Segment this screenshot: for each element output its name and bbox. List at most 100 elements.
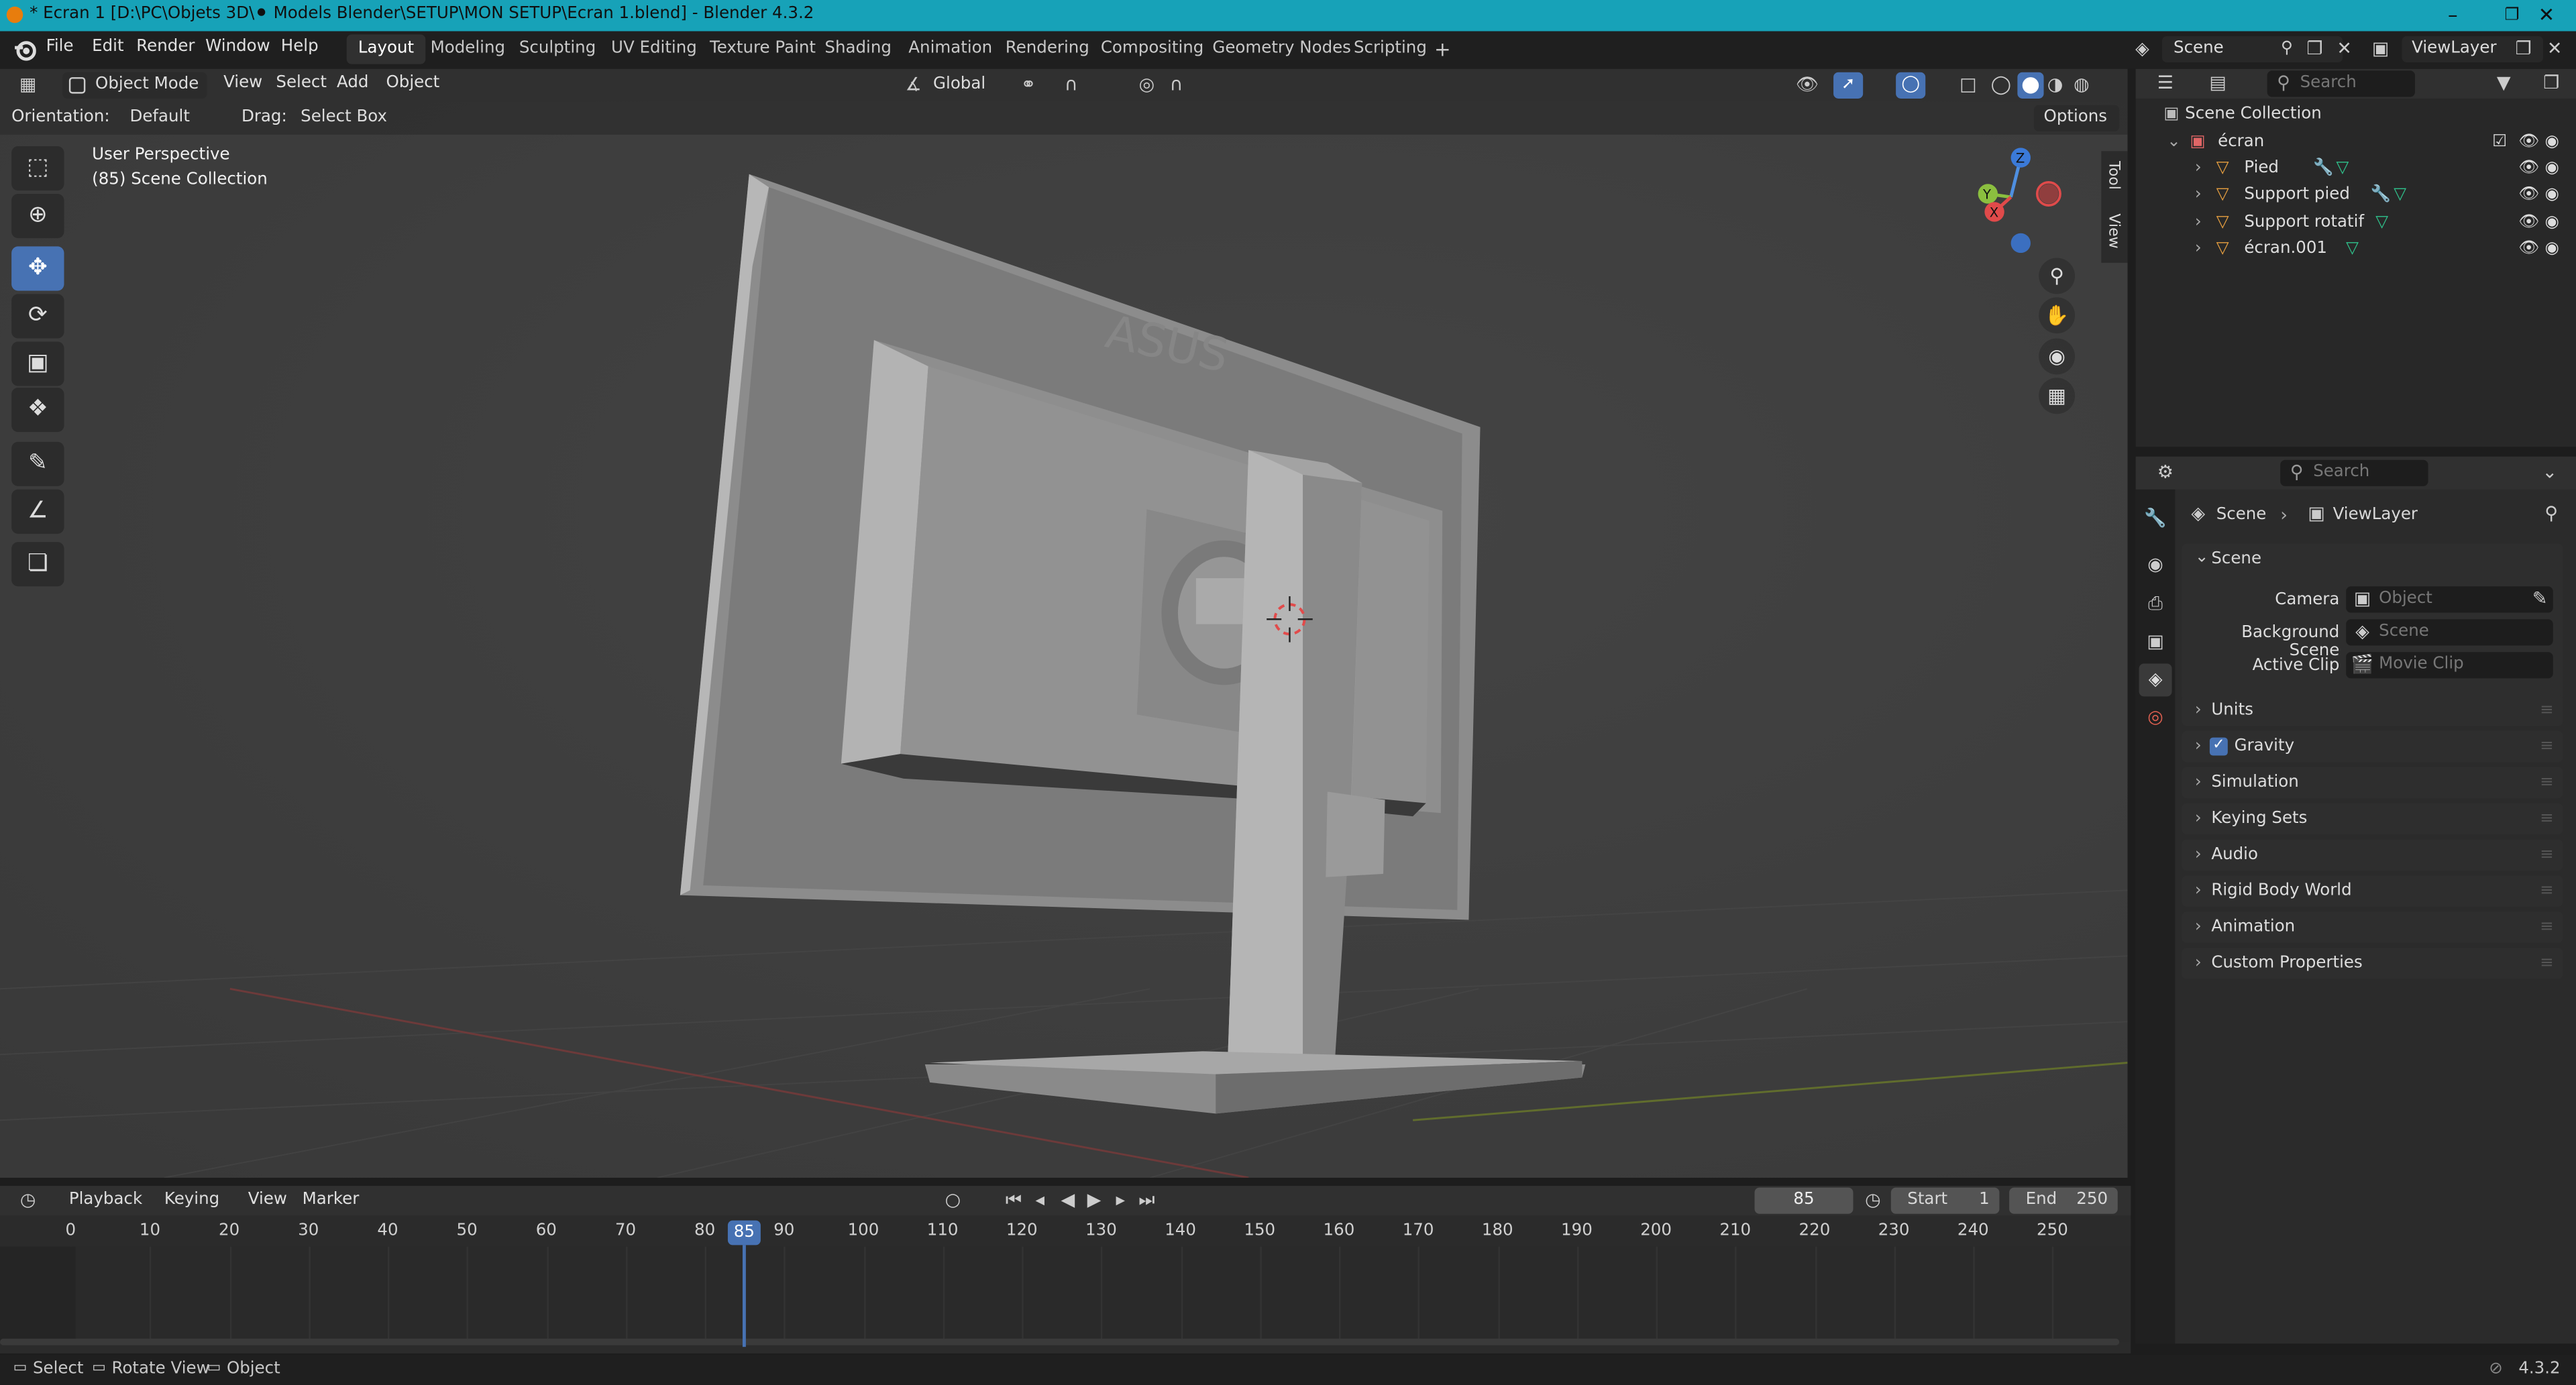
pin-icon[interactable]: ⚲ <box>2538 501 2565 527</box>
eye-icon[interactable]: 👁 <box>2518 237 2539 263</box>
editor-type-icon[interactable]: ▦ <box>15 72 41 99</box>
cursor-tool-icon[interactable]: ⊕ <box>11 193 64 239</box>
current-frame-field[interactable]: 85 <box>1754 1187 1854 1214</box>
jump-start-icon[interactable]: ⏮ <box>1000 1188 1026 1214</box>
minimize-button[interactable]: – <box>2423 0 2482 32</box>
play-reverse-icon[interactable]: ◀ <box>1055 1188 1081 1214</box>
chevron-right-icon[interactable]: › <box>2195 156 2202 182</box>
drag-selector[interactable]: Select Box <box>290 105 399 131</box>
playhead-line[interactable] <box>742 1245 746 1347</box>
drag-handle-icon[interactable]: ≡ <box>2540 948 2554 979</box>
timeline-menu-view[interactable]: View <box>248 1191 287 1209</box>
blender-menu-icon[interactable] <box>13 38 36 61</box>
measure-tool-icon[interactable]: ∠ <box>11 489 64 534</box>
active-clip-field[interactable]: Movie Clip <box>2346 652 2553 679</box>
zoom-icon[interactable]: ⚲ <box>2039 258 2076 294</box>
menu-window[interactable]: Window <box>205 38 270 56</box>
tool-tab-icon[interactable]: 🔧 <box>2142 506 2168 532</box>
render-tab-icon[interactable]: ◉ <box>2142 552 2168 578</box>
tab-compositing[interactable]: Compositing <box>1089 34 1216 64</box>
jump-end-icon[interactable]: ⏭ <box>1134 1188 1160 1214</box>
viewport-menu-select[interactable]: Select <box>276 74 327 92</box>
chevron-down-icon[interactable]: ⌄ <box>2167 129 2181 156</box>
new-collection-icon[interactable]: ❐ <box>2538 70 2565 97</box>
drag-handle-icon[interactable]: ≡ <box>2540 875 2554 907</box>
panel-animation[interactable]: › Animation ≡ <box>2182 911 2563 943</box>
drag-handle-icon[interactable]: ≡ <box>2540 804 2554 835</box>
eye-icon[interactable]: 👁 <box>2518 129 2539 156</box>
viewport-menu-add[interactable]: Add <box>337 74 368 92</box>
3d-viewport[interactable]: ASUS ▦ Object Mode View Select Add Objec… <box>0 68 2128 1178</box>
camera-render-icon[interactable]: ◉ <box>2545 210 2559 236</box>
menu-help[interactable]: Help <box>281 38 319 56</box>
camera-view-icon[interactable]: ◉ <box>2039 338 2076 375</box>
eye-icon[interactable]: 👁 <box>2518 210 2539 236</box>
tab-animation[interactable]: Animation <box>897 34 1004 64</box>
drag-handle-icon[interactable]: ≡ <box>2540 767 2554 799</box>
end-frame-field[interactable]: End 250 <box>2009 1187 2118 1214</box>
proportional-edit-icon[interactable]: ◎ <box>1134 72 1160 99</box>
panel-rigid-body-world[interactable]: › Rigid Body World ≡ <box>2182 875 2563 907</box>
properties-editor-icon[interactable]: ⚙ <box>2152 460 2178 486</box>
outliner-editor-icon[interactable]: ☰ <box>2152 70 2178 97</box>
solid-shading-icon[interactable] <box>2017 72 2044 99</box>
drag-handle-icon[interactable]: ≡ <box>2540 695 2554 726</box>
display-mode-icon[interactable]: ▤ <box>2205 70 2231 97</box>
camera-render-icon[interactable]: ◉ <box>2545 237 2559 263</box>
panel-simulation[interactable]: › Simulation ≡ <box>2182 767 2563 799</box>
orientation-selector[interactable]: Default <box>100 105 228 131</box>
outliner-row-object[interactable]: › ▽ Support pied 🔧 ▽ 👁 ◉ <box>2136 182 2576 209</box>
tab-shading[interactable]: Shading <box>813 34 903 64</box>
viewport-menu-view[interactable]: View <box>223 74 262 92</box>
camera-render-icon[interactable]: ◉ <box>2545 156 2559 182</box>
tab-layout[interactable]: Layout <box>346 34 426 64</box>
rendered-shading-icon[interactable]: ◍ <box>2068 72 2094 99</box>
prev-keyframe-icon[interactable]: ◂ <box>1027 1188 1053 1214</box>
sidebar-tab-view[interactable]: View <box>2104 213 2121 248</box>
menu-file[interactable]: File <box>46 38 74 56</box>
view-layer-tab-icon[interactable]: ▣ <box>2142 629 2168 655</box>
overlay-toggle-icon[interactable]: ◯ <box>1896 72 1926 99</box>
material-shading-icon[interactable]: ◑ <box>2042 72 2068 99</box>
panel-gravity[interactable]: › ✓ Gravity ≡ <box>2182 730 2563 763</box>
tab-sculpting[interactable]: Sculpting <box>508 34 608 64</box>
options-button[interactable]: Options <box>2033 105 2120 131</box>
timeline-menu-marker[interactable]: Marker <box>303 1191 360 1209</box>
outliner-row-object[interactable]: › ▽ Support rotatif ▽ 👁 ◉ <box>2136 210 2576 236</box>
scene-tab-icon[interactable]: ◈ <box>2139 663 2172 697</box>
new-scene-icon[interactable]: ❐ <box>2302 36 2328 62</box>
stopwatch-icon[interactable]: ◷ <box>1860 1188 1886 1214</box>
tab-rendering[interactable]: Rendering <box>994 34 1101 64</box>
delete-view-layer-icon[interactable]: ✕ <box>2542 36 2568 62</box>
output-tab-icon[interactable]: ⎙ <box>2142 592 2168 618</box>
select-box-tool-icon[interactable]: ⬚ <box>11 146 64 191</box>
falloff-icon[interactable]: ∩ <box>1163 72 1189 99</box>
camera-render-icon[interactable]: ◉ <box>2545 129 2559 156</box>
chevron-right-icon[interactable]: › <box>2195 237 2202 263</box>
drag-handle-icon[interactable]: ≡ <box>2540 731 2554 763</box>
sidebar-tab-tool[interactable]: Tool <box>2104 161 2121 190</box>
camera-field[interactable]: Object <box>2346 586 2553 613</box>
panel-audio[interactable]: › Audio ≡ <box>2182 839 2563 871</box>
tab-uv-editing[interactable]: UV Editing <box>600 34 708 64</box>
filter-icon[interactable]: ▼ <box>2491 70 2517 97</box>
pivot-icon[interactable]: ⚭ <box>1015 72 1041 99</box>
panel-units[interactable]: › Units ≡ <box>2182 694 2563 726</box>
scene-panel-title[interactable]: Scene <box>2211 550 2261 568</box>
world-tab-icon[interactable]: ◎ <box>2142 705 2168 731</box>
scale-tool-icon[interactable]: ▣ <box>11 341 64 386</box>
chevron-right-icon[interactable]: › <box>2195 182 2202 209</box>
horizontal-scrollbar[interactable] <box>0 1338 2120 1345</box>
ortho-grid-icon[interactable]: ▦ <box>2039 378 2076 414</box>
outliner-row-object[interactable]: › ▽ Pied 🔧 ▽ 👁 ◉ <box>2136 156 2576 182</box>
playback-menu[interactable]: Playback <box>59 1188 154 1214</box>
eye-icon[interactable]: 👁 <box>2518 182 2539 209</box>
panel-keying-sets[interactable]: › Keying Sets ≡ <box>2182 803 2563 835</box>
play-icon[interactable]: ▶ <box>1081 1188 1107 1214</box>
outliner-row-scene-collection[interactable]: ▣ Scene Collection <box>2136 102 2576 128</box>
snap-icon[interactable]: ∩ <box>1058 72 1084 99</box>
outliner-row-collection[interactable]: ⌄ ▣ écran ☑ 👁 ◉ <box>2136 129 2576 156</box>
gravity-checkbox[interactable]: ✓ <box>2209 737 2228 756</box>
menu-edit[interactable]: Edit <box>92 38 123 56</box>
chevron-down-icon[interactable]: ⌄ <box>2536 460 2563 486</box>
